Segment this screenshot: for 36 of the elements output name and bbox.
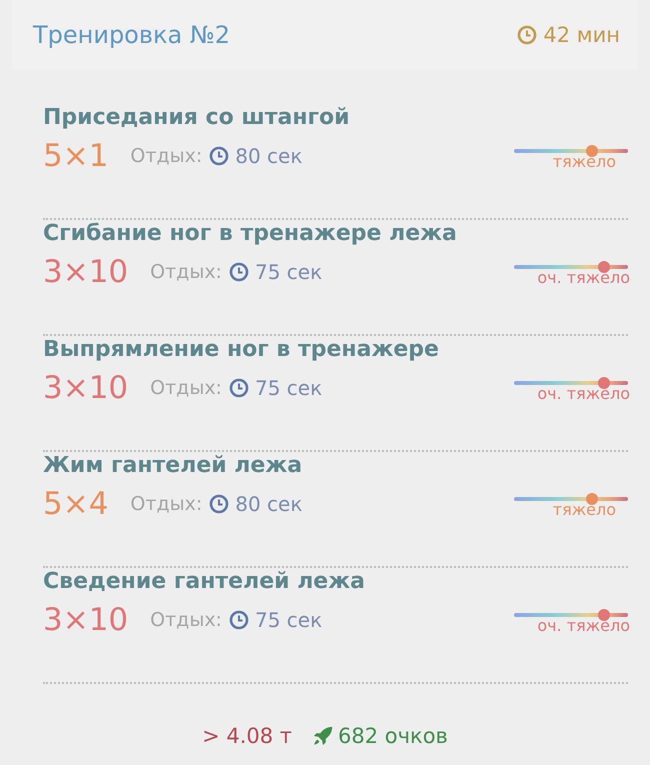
clock-icon: [228, 610, 249, 630]
clock-icon: [209, 146, 230, 166]
sets-reps: 3×10: [43, 602, 128, 638]
rest-label: Отдых:: [130, 145, 202, 167]
workout-title: Тренировка №2: [33, 21, 230, 49]
clock-icon: [209, 494, 230, 514]
clock-icon: [228, 262, 249, 282]
sets-reps: 3×10: [43, 370, 128, 406]
rest-time: 75 сек: [254, 608, 322, 632]
rest-time: 80 сек: [235, 144, 302, 168]
rest-label: Отдых:: [150, 261, 222, 283]
points: 682 очков: [338, 724, 448, 748]
intensity-label: оч. тяжело: [537, 385, 630, 403]
intensity-label: оч. тяжело: [537, 617, 630, 635]
exercise-name: Жим гантелей лежа: [43, 452, 304, 480]
workout-duration: 42 мин: [543, 23, 620, 47]
exercise-name: Сведение гантелей лежа: [43, 568, 366, 596]
rest-label: Отдых:: [130, 493, 202, 515]
exercise-name: Приседания со штангой: [43, 104, 351, 132]
clock-icon: [228, 378, 249, 398]
tonnage: > 4.08 т: [202, 724, 292, 748]
sets-reps: 5×4: [43, 486, 108, 522]
rocket-icon: [312, 725, 334, 747]
rest-label: Отдых:: [150, 609, 222, 631]
rest-time: 75 сек: [254, 376, 322, 400]
exercise-name: Выпрямление ног в тренажере: [43, 336, 440, 364]
rest-time: 75 сек: [254, 260, 322, 284]
rest-time: 80 сек: [235, 492, 302, 516]
sets-reps: 3×10: [43, 254, 128, 290]
intensity-label: оч. тяжело: [537, 269, 630, 287]
exercise-name: Сгибание ног в тренажере лежа: [43, 220, 458, 248]
sets-reps: 5×1: [43, 138, 108, 174]
intensity-label: тяжело: [552, 501, 616, 519]
clock-icon: [517, 25, 538, 45]
intensity-label: тяжело: [552, 153, 616, 171]
rest-label: Отдых:: [150, 377, 222, 399]
